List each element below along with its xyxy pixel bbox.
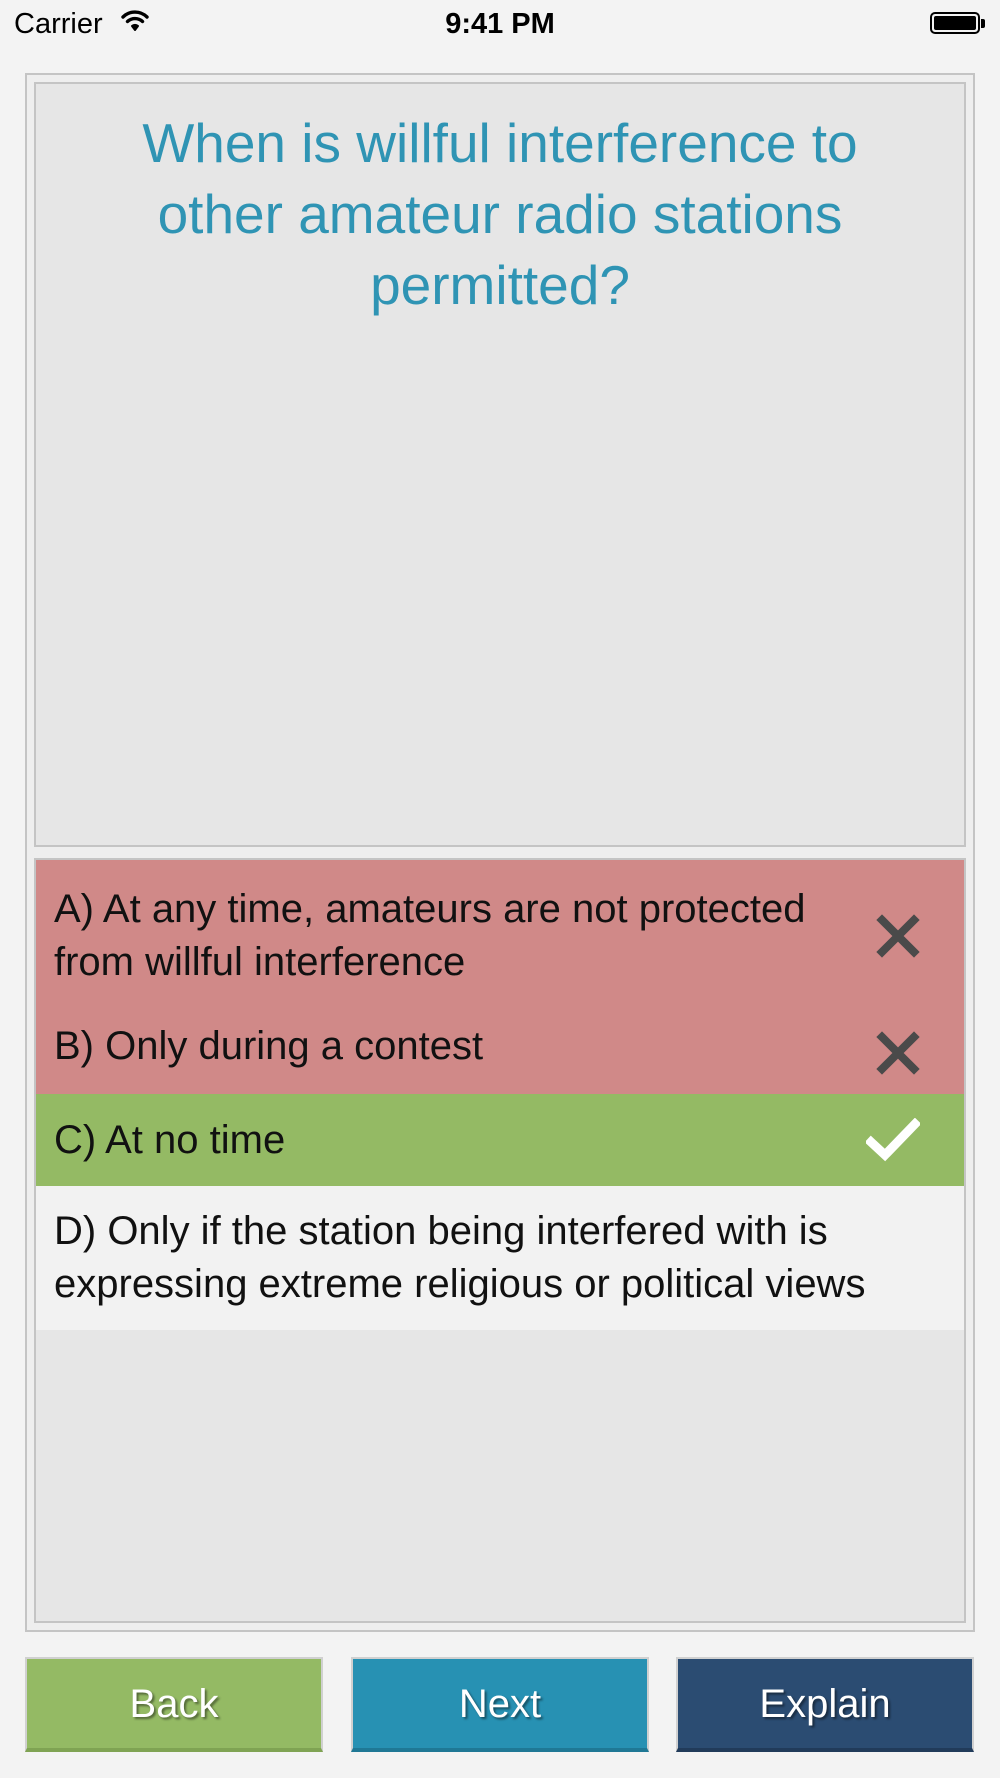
answer-option-d[interactable]: D) Only if the station being interfered …: [36, 1186, 964, 1330]
battery-icon: [930, 12, 986, 36]
battery-level-fill: [934, 16, 976, 30]
answer-label: A) At any time, amateurs are not protect…: [54, 887, 806, 984]
x-mark-icon: [876, 914, 920, 958]
answer-label: B) Only during a contest: [54, 1024, 484, 1068]
answers-panel: A) At any time, amateurs are not protect…: [34, 858, 966, 1623]
answer-option-b[interactable]: B) Only during a contest: [36, 1012, 964, 1094]
answer-option-a[interactable]: A) At any time, amateurs are not protect…: [36, 860, 964, 1012]
answer-label: D) Only if the station being interfered …: [54, 1209, 866, 1306]
answer-label: C) At no time: [54, 1117, 286, 1162]
x-mark-icon: [876, 1031, 920, 1075]
checkmark-icon: [866, 1118, 920, 1162]
next-button[interactable]: Next: [351, 1657, 649, 1752]
answer-option-c[interactable]: C) At no time: [36, 1094, 964, 1186]
status-time: 9:41 PM: [445, 8, 555, 40]
explain-button[interactable]: Explain: [676, 1657, 974, 1752]
back-button[interactable]: Back: [25, 1657, 323, 1752]
question-panel: When is willful interference to other am…: [34, 82, 966, 847]
question-text: When is willful interference to other am…: [142, 112, 858, 316]
status-bar: Carrier 9:41 PM: [0, 0, 1000, 50]
